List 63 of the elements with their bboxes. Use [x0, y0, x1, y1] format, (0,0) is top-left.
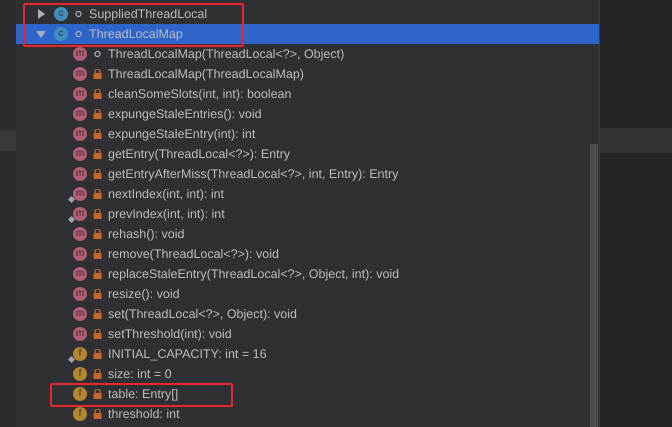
tree-item[interactable]: m setThreshold(int): void	[16, 324, 599, 344]
member-name: replaceStaleEntry(ThreadLocal<?>, Object, int): void	[108, 267, 400, 281]
type-badge: f	[73, 407, 87, 421]
member-name: size: int = 0	[108, 367, 172, 381]
member-name: nextIndex(int, int): int	[108, 187, 224, 201]
member-name: ThreadLocalMap	[89, 27, 183, 41]
member-name: threshold: int	[108, 407, 180, 421]
type-badge: m	[73, 287, 87, 301]
tree-item[interactable]: m cleanSomeSlots(int, int): boolean	[16, 84, 599, 104]
type-badge: m	[73, 187, 87, 201]
type-badge: m	[73, 207, 87, 221]
type-badge: m	[73, 127, 87, 141]
member-name: resize(): void	[108, 287, 180, 301]
tree-item[interactable]: m set(ThreadLocal<?>, Object): void	[16, 304, 599, 324]
tree-item[interactable]: m ThreadLocalMap(ThreadLocal<?>, Object)	[16, 44, 599, 64]
type-badge: m	[73, 67, 87, 81]
member-name: table: Entry[]	[108, 387, 178, 401]
tree-item[interactable]: m remove(ThreadLocal<?>): void	[16, 244, 599, 264]
member-name: cleanSomeSlots(int, int): boolean	[108, 87, 292, 101]
type-badge: f	[73, 387, 87, 401]
tree-item[interactable]: m nextIndex(int, int): int	[16, 184, 599, 204]
member-name: ThreadLocalMap(ThreadLocalMap)	[108, 67, 304, 81]
tree-item[interactable]: m rehash(): void	[16, 224, 599, 244]
type-badge: c	[54, 27, 68, 41]
member-name: rehash(): void	[108, 227, 184, 241]
tree-item[interactable]: m prevIndex(int, int): int	[16, 204, 599, 224]
tree-item[interactable]: f INITIAL_CAPACITY: int = 16	[16, 344, 599, 364]
tree-item[interactable]: f threshold: int	[16, 404, 599, 424]
member-name: SuppliedThreadLocal	[89, 7, 208, 21]
tree-item[interactable]: c SuppliedThreadLocal	[16, 4, 599, 24]
tree-item[interactable]: m resize(): void	[16, 284, 599, 304]
tree-item[interactable]: f size: int = 0	[16, 364, 599, 384]
type-badge: m	[73, 307, 87, 321]
member-name: expungeStaleEntry(int): int	[108, 127, 256, 141]
member-name: setThreshold(int): void	[108, 327, 232, 341]
member-name: prevIndex(int, int): int	[108, 207, 225, 221]
type-badge: m	[73, 107, 87, 121]
type-badge: f	[73, 347, 87, 361]
type-badge: c	[54, 7, 68, 21]
tree-item[interactable]: m expungeStaleEntries(): void	[16, 104, 599, 124]
tree-item[interactable]: f table: Entry[]	[16, 384, 599, 404]
member-name: set(ThreadLocal<?>, Object): void	[108, 307, 297, 321]
tree-item[interactable]: m replaceStaleEntry(ThreadLocal<?>, Object, int): void	[16, 264, 599, 284]
member-name: INITIAL_CAPACITY: int = 16	[108, 347, 267, 361]
tree-item[interactable]: m getEntryAfterMiss(ThreadLocal<?>, int, Entry): Entry	[16, 164, 599, 184]
tree-item[interactable]: m getEntry(ThreadLocal<?>): Entry	[16, 144, 599, 164]
tree-item[interactable]: m expungeStaleEntry(int): int	[16, 124, 599, 144]
member-name: ThreadLocalMap(ThreadLocal<?>, Object)	[108, 47, 344, 61]
member-name: getEntryAfterMiss(ThreadLocal<?>, int, Entry): Entry	[108, 167, 398, 181]
type-badge: m	[73, 87, 87, 101]
type-badge: m	[73, 167, 87, 181]
tree-item[interactable]: m ThreadLocalMap(ThreadLocalMap)	[16, 64, 599, 84]
type-badge: m	[73, 147, 87, 161]
type-badge: m	[73, 247, 87, 261]
type-badge: m	[73, 267, 87, 281]
type-badge: m	[73, 227, 87, 241]
member-name: remove(ThreadLocal<?>): void	[108, 247, 279, 261]
type-badge: f	[73, 367, 87, 381]
member-name: getEntry(ThreadLocal<?>): Entry	[108, 147, 290, 161]
member-name: expungeStaleEntries(): void	[108, 107, 262, 121]
type-badge: m	[73, 47, 87, 61]
tree-item[interactable]: c ThreadLocalMap	[16, 24, 599, 44]
type-badge: m	[73, 327, 87, 341]
